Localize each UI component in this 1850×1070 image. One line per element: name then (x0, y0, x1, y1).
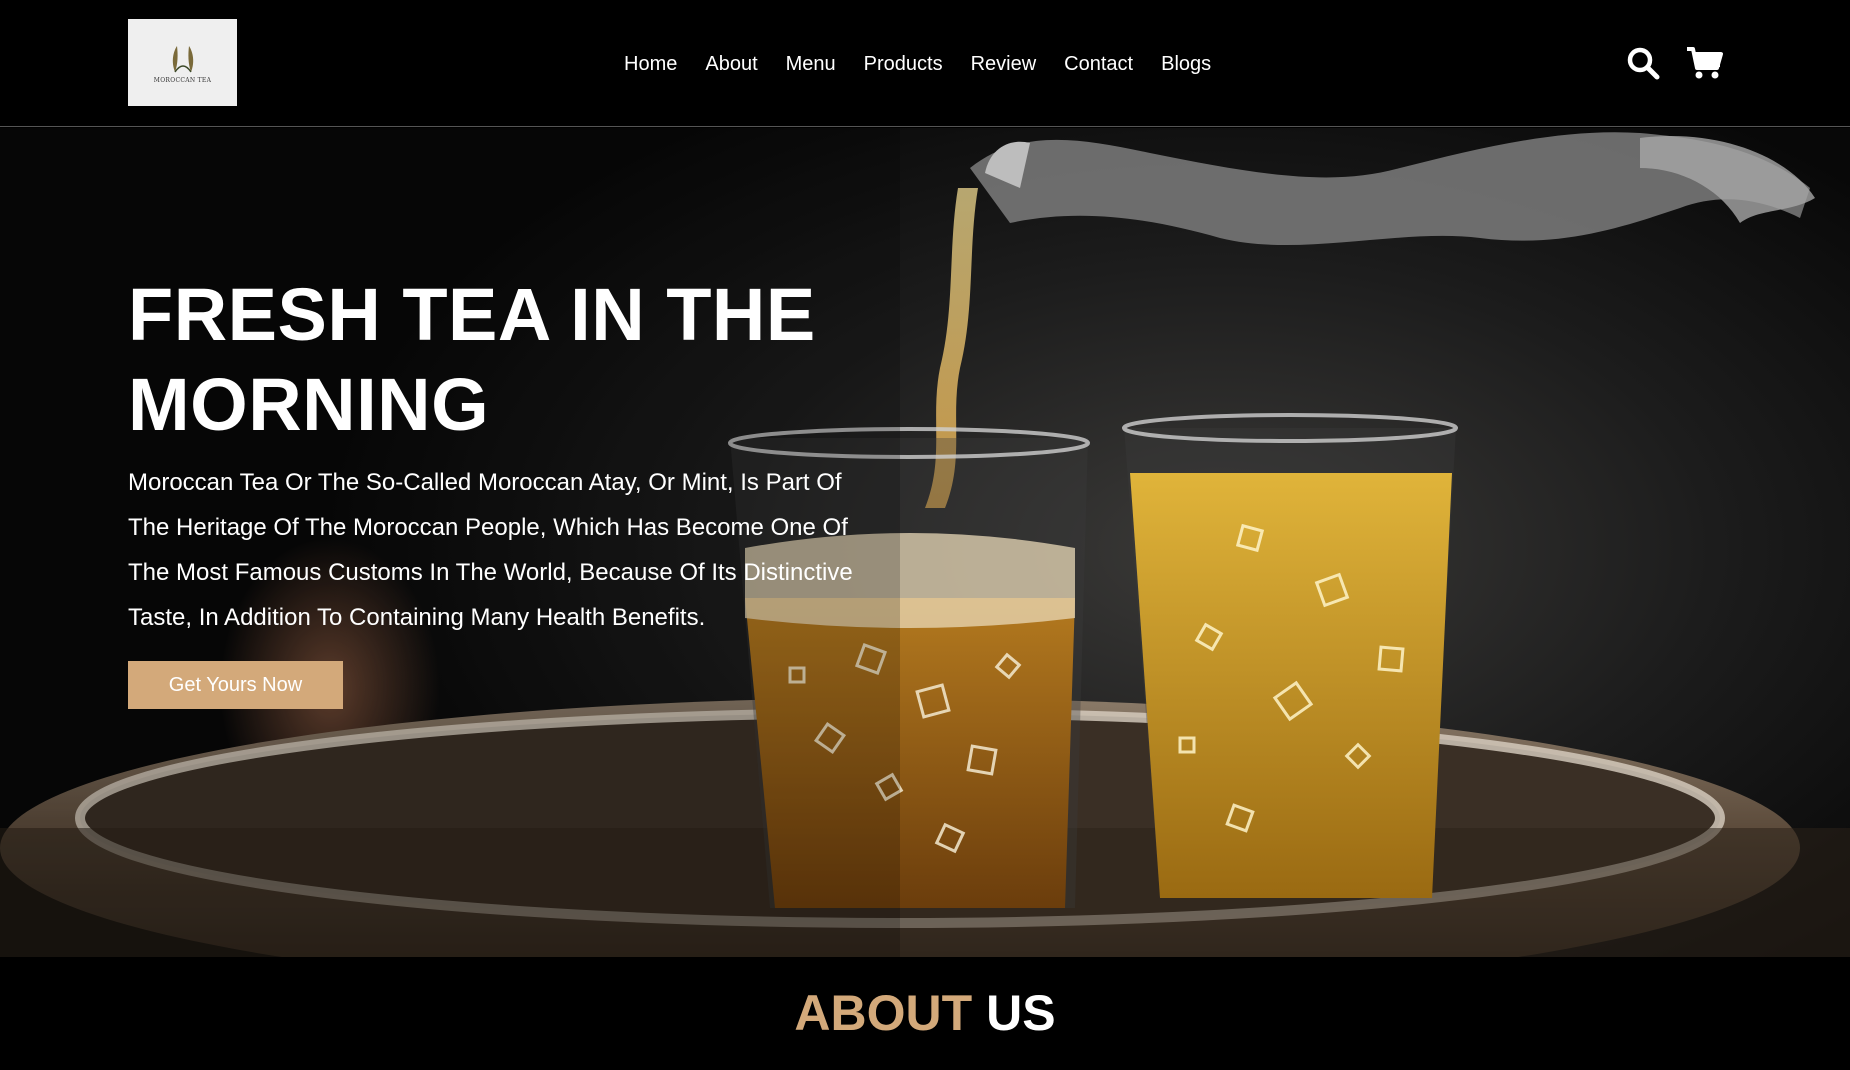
about-heading-accent: ABOUT (794, 985, 973, 1041)
nav-blogs[interactable]: Blogs (1161, 52, 1211, 76)
site-header: MOROCCAN TEA Home About Menu Products Re… (0, 0, 1850, 127)
about-heading: ABOUT US (0, 983, 1850, 1043)
about-heading-rest: US (986, 985, 1056, 1041)
search-icon[interactable] (1624, 44, 1662, 82)
logo-text: MOROCCAN TEA (153, 76, 212, 84)
nav-menu[interactable]: Menu (786, 52, 836, 76)
nav-contact[interactable]: Contact (1064, 52, 1133, 76)
get-yours-now-button[interactable]: Get Yours Now (128, 661, 343, 709)
nav-review[interactable]: Review (971, 52, 1037, 76)
logo-leaves-icon (172, 45, 193, 72)
header-icons (1624, 44, 1724, 82)
hero-description: Moroccan Tea Or The So-Called Moroccan A… (128, 469, 853, 631)
main-nav: Home About Menu Products Review Contact … (624, 52, 1211, 76)
about-section: ABOUT US (0, 957, 1850, 1070)
nav-home[interactable]: Home (624, 52, 677, 76)
hero-title: FRESH TEA IN THE MORNING (128, 273, 816, 446)
nav-about[interactable]: About (705, 52, 757, 76)
brand-logo[interactable]: MOROCCAN TEA (128, 19, 237, 106)
hero-section: FRESH TEA IN THE MORNING Moroccan Tea Or… (0, 128, 1850, 957)
nav-products[interactable]: Products (864, 52, 943, 76)
cart-icon[interactable] (1686, 44, 1724, 82)
